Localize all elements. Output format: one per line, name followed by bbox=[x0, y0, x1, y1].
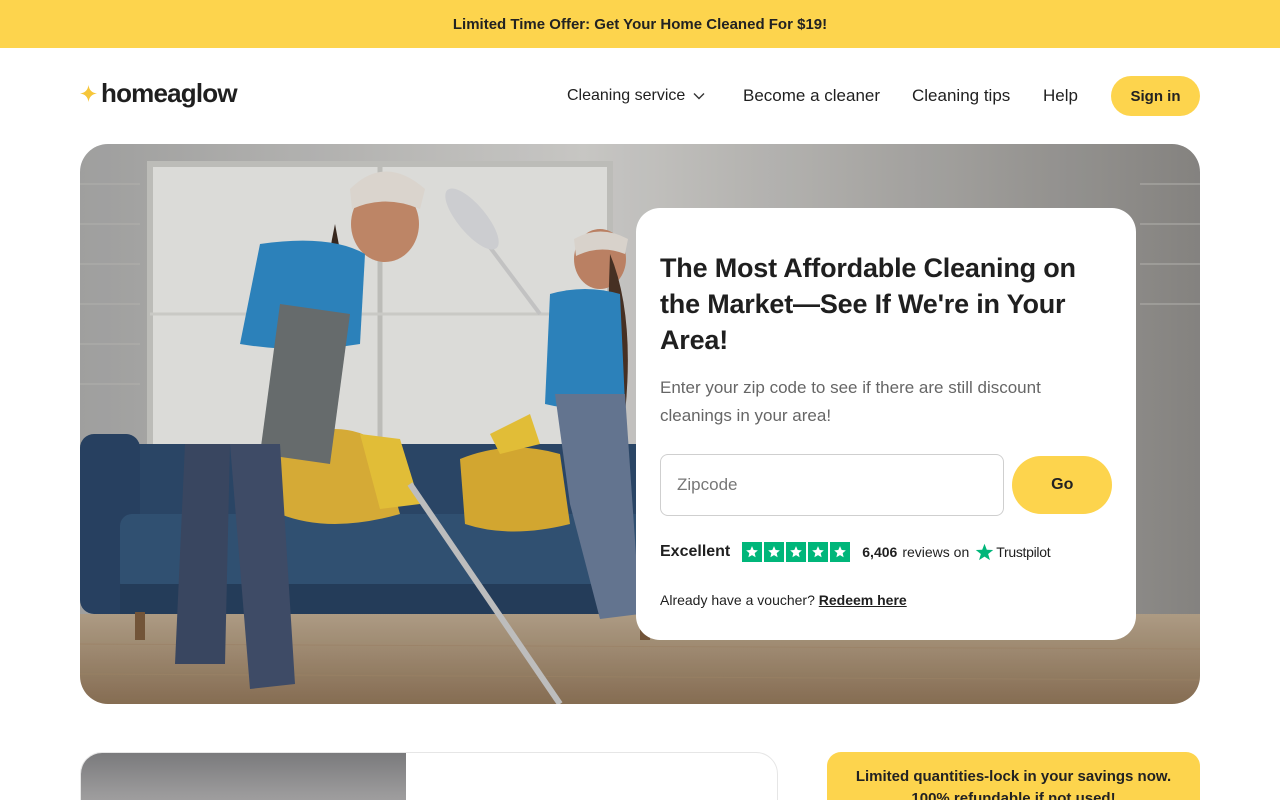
zip-check-card: The Most Affordable Cleaning on the Mark… bbox=[636, 208, 1136, 640]
zip-form: Go bbox=[660, 454, 1112, 516]
star-icon bbox=[742, 542, 763, 562]
offer-card-image bbox=[81, 753, 406, 800]
review-count: 6,406 bbox=[862, 544, 898, 560]
nav-cleaning-service[interactable]: Cleaning service bbox=[567, 48, 705, 144]
promo-banner-text: Limited Time Offer: Get Your Home Cleane… bbox=[452, 15, 828, 33]
rating-stars bbox=[742, 542, 851, 562]
star-icon bbox=[830, 542, 851, 562]
voucher-row: Already have a voucher? Redeem here bbox=[660, 592, 1112, 608]
star-icon bbox=[764, 542, 785, 562]
trustpilot-star-icon bbox=[976, 543, 994, 560]
savings-line-2: 100% refundable if not used! bbox=[911, 790, 1116, 800]
nav-cleaning-service-label: Cleaning service bbox=[567, 87, 686, 104]
hero-subtitle: Enter your zip code to see if there are … bbox=[660, 378, 1041, 425]
nav-become-cleaner-label: Become a cleaner bbox=[743, 86, 881, 105]
promo-banner: Limited Time Offer: Get Your Home Cleane… bbox=[0, 0, 1280, 48]
trustpilot-label: Trustpilot bbox=[996, 544, 1051, 560]
savings-notice: Limited quantities-lock in your savings … bbox=[827, 752, 1200, 800]
nav-cleaning-tips[interactable]: Cleaning tips bbox=[912, 48, 1010, 144]
logo[interactable]: homeaglow bbox=[80, 78, 238, 109]
savings-line-1: Limited quantities-lock in your savings … bbox=[855, 768, 1172, 785]
offer-card bbox=[80, 752, 778, 800]
logo-text: homeaglow bbox=[101, 78, 238, 108]
sign-in-button[interactable]: Sign in bbox=[1111, 76, 1200, 116]
trustpilot-rating: Excellent 6,406 reviews on Trustpilot bbox=[660, 542, 1112, 562]
nav-become-cleaner[interactable]: Become a cleaner bbox=[743, 48, 880, 144]
site-header: homeaglow Cleaning service Become a clea… bbox=[0, 48, 1280, 144]
chevron-down-icon bbox=[693, 93, 705, 100]
star-icon bbox=[808, 542, 829, 562]
sparkle-icon bbox=[80, 85, 97, 102]
nav-help-label: Help bbox=[1043, 86, 1078, 105]
rating-word: Excellent bbox=[660, 543, 731, 560]
voucher-prompt: Already have a voucher? bbox=[660, 592, 819, 608]
zipcode-input[interactable] bbox=[660, 454, 1005, 516]
go-button[interactable]: Go bbox=[1012, 456, 1112, 514]
redeem-voucher-link[interactable]: Redeem here bbox=[819, 592, 907, 608]
trustpilot-logo[interactable]: Trustpilot bbox=[975, 543, 1051, 562]
review-suffix: reviews on bbox=[902, 544, 970, 560]
nav-cleaning-tips-label: Cleaning tips bbox=[912, 86, 1011, 105]
nav-help[interactable]: Help bbox=[1043, 48, 1078, 144]
hero-title: The Most Affordable Cleaning on the Mark… bbox=[660, 253, 1076, 355]
star-icon bbox=[786, 542, 807, 562]
